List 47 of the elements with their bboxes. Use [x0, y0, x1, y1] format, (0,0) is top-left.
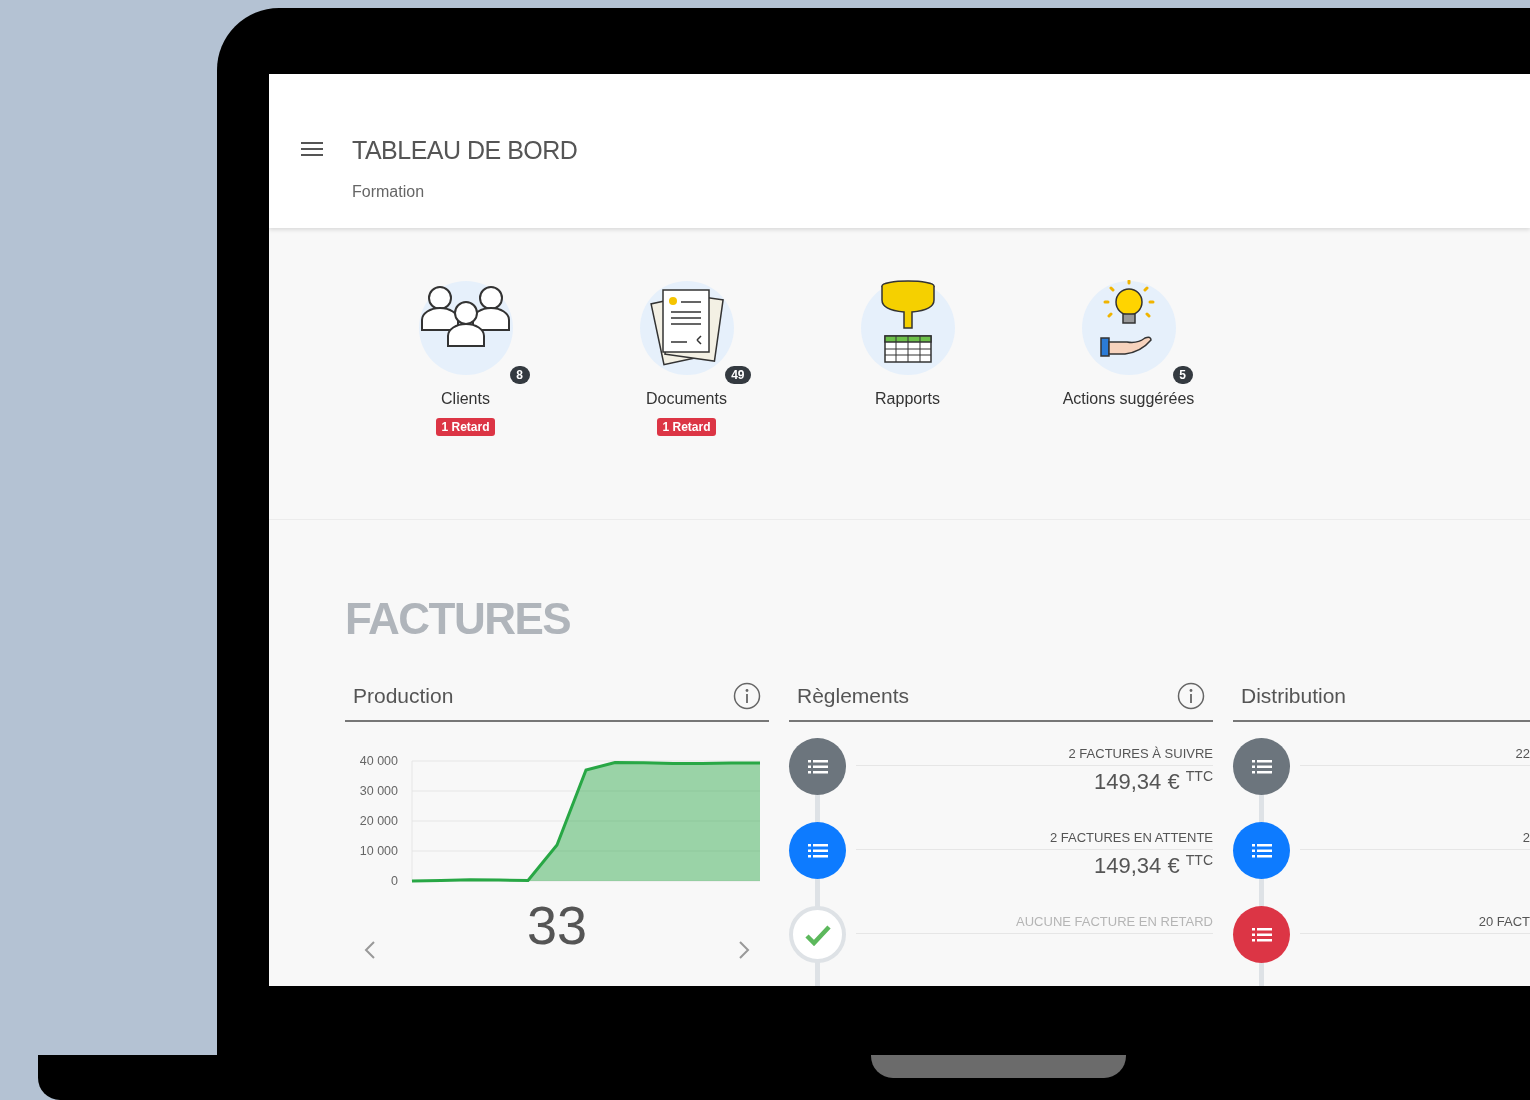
axis-tick-label: 0	[391, 874, 398, 888]
list-status-button[interactable]	[1233, 906, 1290, 963]
panel-title: Production	[353, 684, 454, 708]
panel-title: Distribution	[1241, 684, 1347, 708]
status-label: 20 FACT	[1478, 914, 1530, 929]
list-status-button[interactable]	[1233, 738, 1290, 795]
late-tag: 1 Retard	[657, 418, 716, 436]
chevron-right-icon[interactable]	[737, 940, 751, 960]
lightbulb-hand-icon[interactable]	[1080, 280, 1177, 376]
chevron-left-icon[interactable]	[363, 940, 377, 960]
shortcut-label[interactable]: Rapports	[875, 390, 940, 408]
count-badge: 8	[509, 366, 530, 384]
section-title: FACTURES	[345, 594, 572, 644]
shortcut-label[interactable]: Clients	[441, 390, 490, 408]
list-status-button[interactable]	[789, 738, 846, 795]
amount-text: 149,34 € $^{TTC}$	[1093, 768, 1213, 796]
list-icon	[807, 843, 828, 858]
page-subtitle: Formation	[352, 183, 426, 201]
count-badge: 5	[1172, 366, 1193, 384]
info-icon[interactable]	[733, 682, 761, 710]
axis-tick-label: 40 000	[359, 754, 398, 768]
list-status-button[interactable]	[1233, 822, 1290, 879]
invoice-count: 33	[526, 898, 588, 952]
axis-tick-label: 20 000	[359, 814, 398, 828]
status-label: AUCUNE FACTURE EN RETARD	[1016, 914, 1213, 929]
status-label: 22	[1515, 746, 1530, 761]
list-icon	[1251, 759, 1272, 774]
count-badge: 49	[725, 366, 751, 384]
axis-tick-label: 30 000	[359, 784, 398, 798]
list-icon	[1251, 843, 1272, 858]
list-icon	[807, 759, 828, 774]
amount-text: 149,34 € $^{TTC}$	[1093, 852, 1213, 880]
funnel-table-icon[interactable]	[859, 280, 956, 376]
status-label: 2	[1522, 830, 1530, 845]
status-label: 2 FACTURES EN ATTENTE	[1050, 830, 1213, 845]
status-label: 2 FACTURES À SUIVRE	[1068, 746, 1213, 761]
list-status-button[interactable]	[789, 822, 846, 879]
late-tag: 1 Retard	[436, 418, 495, 436]
page-title: TABLEAU DE BORD	[352, 136, 578, 165]
axis-tick-label: 10 000	[359, 844, 398, 858]
people-group-icon[interactable]	[417, 280, 514, 376]
menu-icon[interactable]	[301, 141, 323, 157]
info-icon[interactable]	[1177, 682, 1205, 710]
list-icon	[1251, 927, 1272, 942]
panel-title: Règlements	[797, 684, 910, 708]
shortcut-label[interactable]: Documents	[646, 390, 727, 408]
shortcut-label[interactable]: Actions suggérées	[1062, 390, 1195, 408]
